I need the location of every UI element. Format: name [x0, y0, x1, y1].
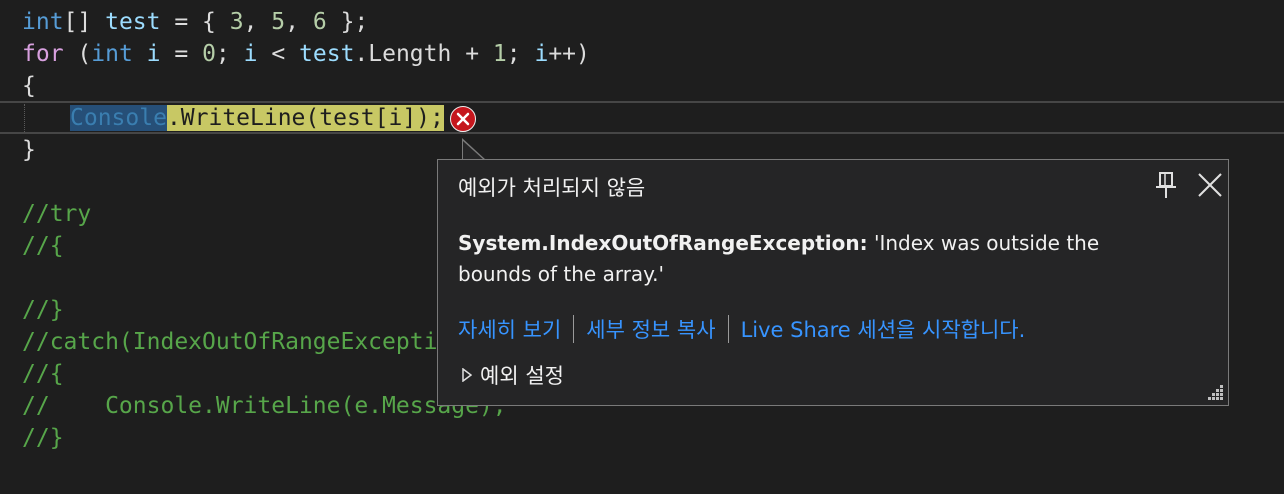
identifier-i: i [243, 41, 258, 67]
code-line-3: { [22, 73, 36, 99]
number: 3 [229, 9, 244, 35]
token: = { [160, 9, 230, 35]
token: [] [63, 9, 106, 35]
exception-type: System.IndexOutOfRangeException: [458, 231, 868, 255]
exception-helper-popup: 예외가 처리되지 않음 System.IndexOutOfRangeExcept… [437, 159, 1229, 406]
comment-line: //catch(IndexOutOfRangeException [22, 329, 466, 355]
identifier-i: i [534, 41, 549, 67]
keyword-for: for [22, 41, 64, 67]
comment-line: //{ [22, 233, 64, 259]
copy-details-link[interactable]: 세부 정보 복사 [586, 314, 715, 344]
token: , [243, 9, 272, 35]
comment-line: // Console.WriteLine(e.Message); [22, 393, 507, 419]
link-separator [727, 315, 729, 343]
token: ++) [548, 41, 590, 67]
exception-settings-label: 예외 설정 [480, 364, 564, 388]
comment-line: //try [22, 201, 92, 227]
exception-settings-toggle[interactable]: 예외 설정 [462, 360, 564, 390]
identifier-test: test [105, 9, 161, 35]
token: < [257, 41, 300, 67]
comment-line: //{ [22, 361, 64, 387]
exception-message: System.IndexOutOfRangeException: 'Index … [458, 228, 1148, 290]
keyword-int: int [22, 9, 64, 35]
token: }; [326, 9, 369, 35]
resize-grip-icon[interactable] [1204, 381, 1224, 401]
token: .Length + [354, 41, 493, 67]
identifier-i: i [146, 41, 161, 67]
pin-icon[interactable] [1154, 170, 1178, 200]
number: 5 [271, 9, 286, 35]
token: ( [63, 41, 92, 67]
identifier-test: test [299, 41, 355, 67]
action-links: 자세히 보기 세부 정보 복사 Live Share 세션을 시작합니다. [458, 314, 1025, 344]
triangle-right-icon [462, 363, 473, 387]
token: ; [215, 41, 244, 67]
number: 6 [312, 9, 327, 35]
comment-line: //} [22, 425, 64, 451]
token: , [285, 9, 313, 35]
close-icon[interactable] [1195, 170, 1225, 200]
code-line-4: Console.WriteLine(test[i]); [70, 102, 444, 134]
live-share-link[interactable]: Live Share 세션을 시작합니다. [741, 314, 1026, 344]
number: 0 [202, 41, 216, 67]
popup-title: 예외가 처리되지 않음 [458, 176, 646, 200]
comment-line: //} [22, 297, 64, 323]
selected-token-console: Console [70, 105, 167, 131]
view-details-link[interactable]: 자세히 보기 [458, 314, 561, 344]
code-line-1: int[] test = { 3, 5, 6 }; [22, 6, 368, 38]
link-separator [573, 315, 575, 343]
token: = [160, 41, 203, 67]
code-line-2: for (int i = 0; i < test.Length + 1; i++… [22, 38, 590, 70]
code-line-5: } [22, 137, 36, 163]
current-statement-highlight: .WriteLine(test[i]); [166, 105, 444, 131]
error-circle-icon[interactable] [450, 106, 476, 132]
keyword-int: int [91, 41, 133, 67]
number: 1 [492, 41, 507, 67]
indent-guide [24, 104, 25, 132]
token: ; [506, 41, 535, 67]
